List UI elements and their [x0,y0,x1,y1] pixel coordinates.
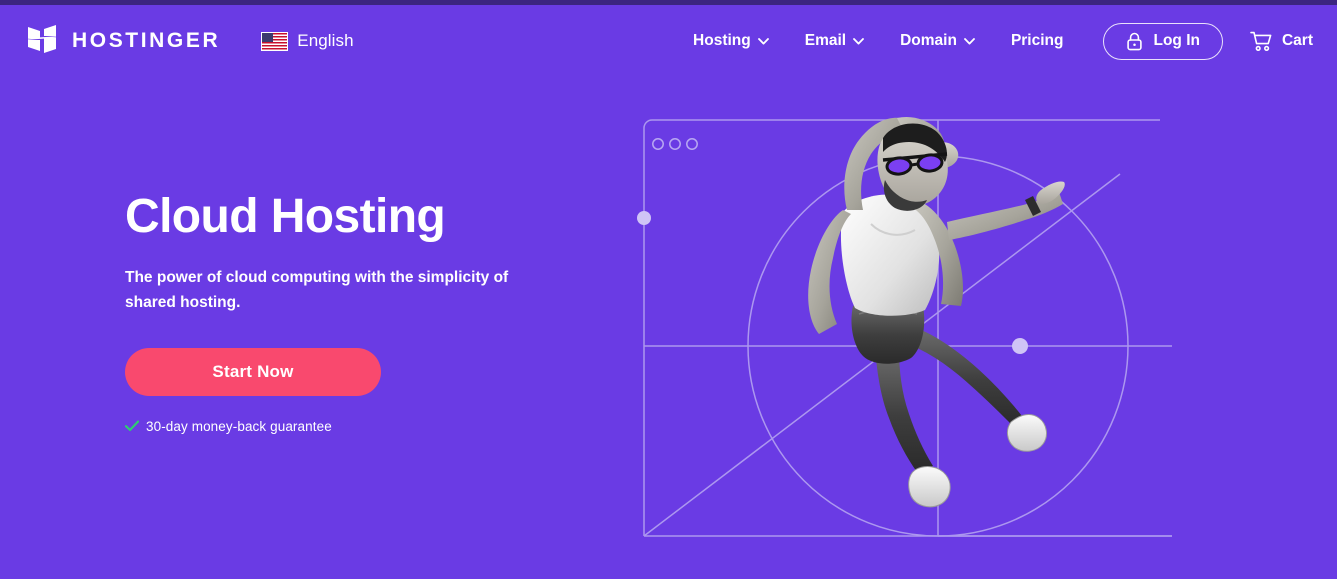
check-icon [125,420,139,432]
page-root: HOSTINGER English Hosting Email Domain P… [0,0,1337,579]
log-in-label: Log In [1153,32,1200,49]
hero-subtitle: The power of cloud computing with the si… [125,268,509,312]
cart-label: Cart [1281,32,1313,49]
main-navigation: Hosting Email Domain Pricing Log In Cart [675,22,1337,60]
nav-item-domain[interactable]: Domain [882,32,993,50]
money-back-guarantee: 30-day money-back guarantee [125,419,565,434]
jumping-man-photo [808,116,1065,508]
language-label: English [297,31,354,50]
browser-dots [652,138,698,150]
guide-dot-left [637,211,651,225]
page-title: Cloud Hosting [125,190,446,243]
nav-item-domain-label: Domain [900,32,957,49]
cart-button[interactable]: Cart [1250,31,1313,52]
start-now-button[interactable]: Start Now [125,347,381,396]
language-selector[interactable]: English [261,31,354,51]
brand-wordmark: HOSTINGER [72,29,221,52]
nav-item-email[interactable]: Email [787,32,882,50]
hostinger-h-logo-icon [28,25,56,53]
chevron-down-icon [757,37,769,44]
brand-logo[interactable]: HOSTINGER [28,25,220,57]
hero-illustration [620,88,1200,558]
nav-item-hosting-label: Hosting [693,32,751,49]
lock-icon [1127,32,1143,50]
hero-content: Cloud Hosting The power of cloud computi… [125,190,565,434]
chevron-down-icon [853,37,864,44]
flag-us-icon [261,31,289,51]
nav-item-hosting[interactable]: Hosting [675,32,787,50]
site-header: HOSTINGER English Hosting Email Domain P… [0,5,1337,77]
nav-item-pricing-label: Pricing [1010,32,1064,49]
nav-item-email-label: Email [804,32,847,49]
guarantee-text: 30-day money-back guarantee [146,418,332,434]
shopping-cart-icon [1250,31,1272,51]
nav-item-pricing[interactable]: Pricing [993,32,1082,50]
chevron-down-icon [964,37,975,44]
log-in-button[interactable]: Log In [1103,22,1223,60]
